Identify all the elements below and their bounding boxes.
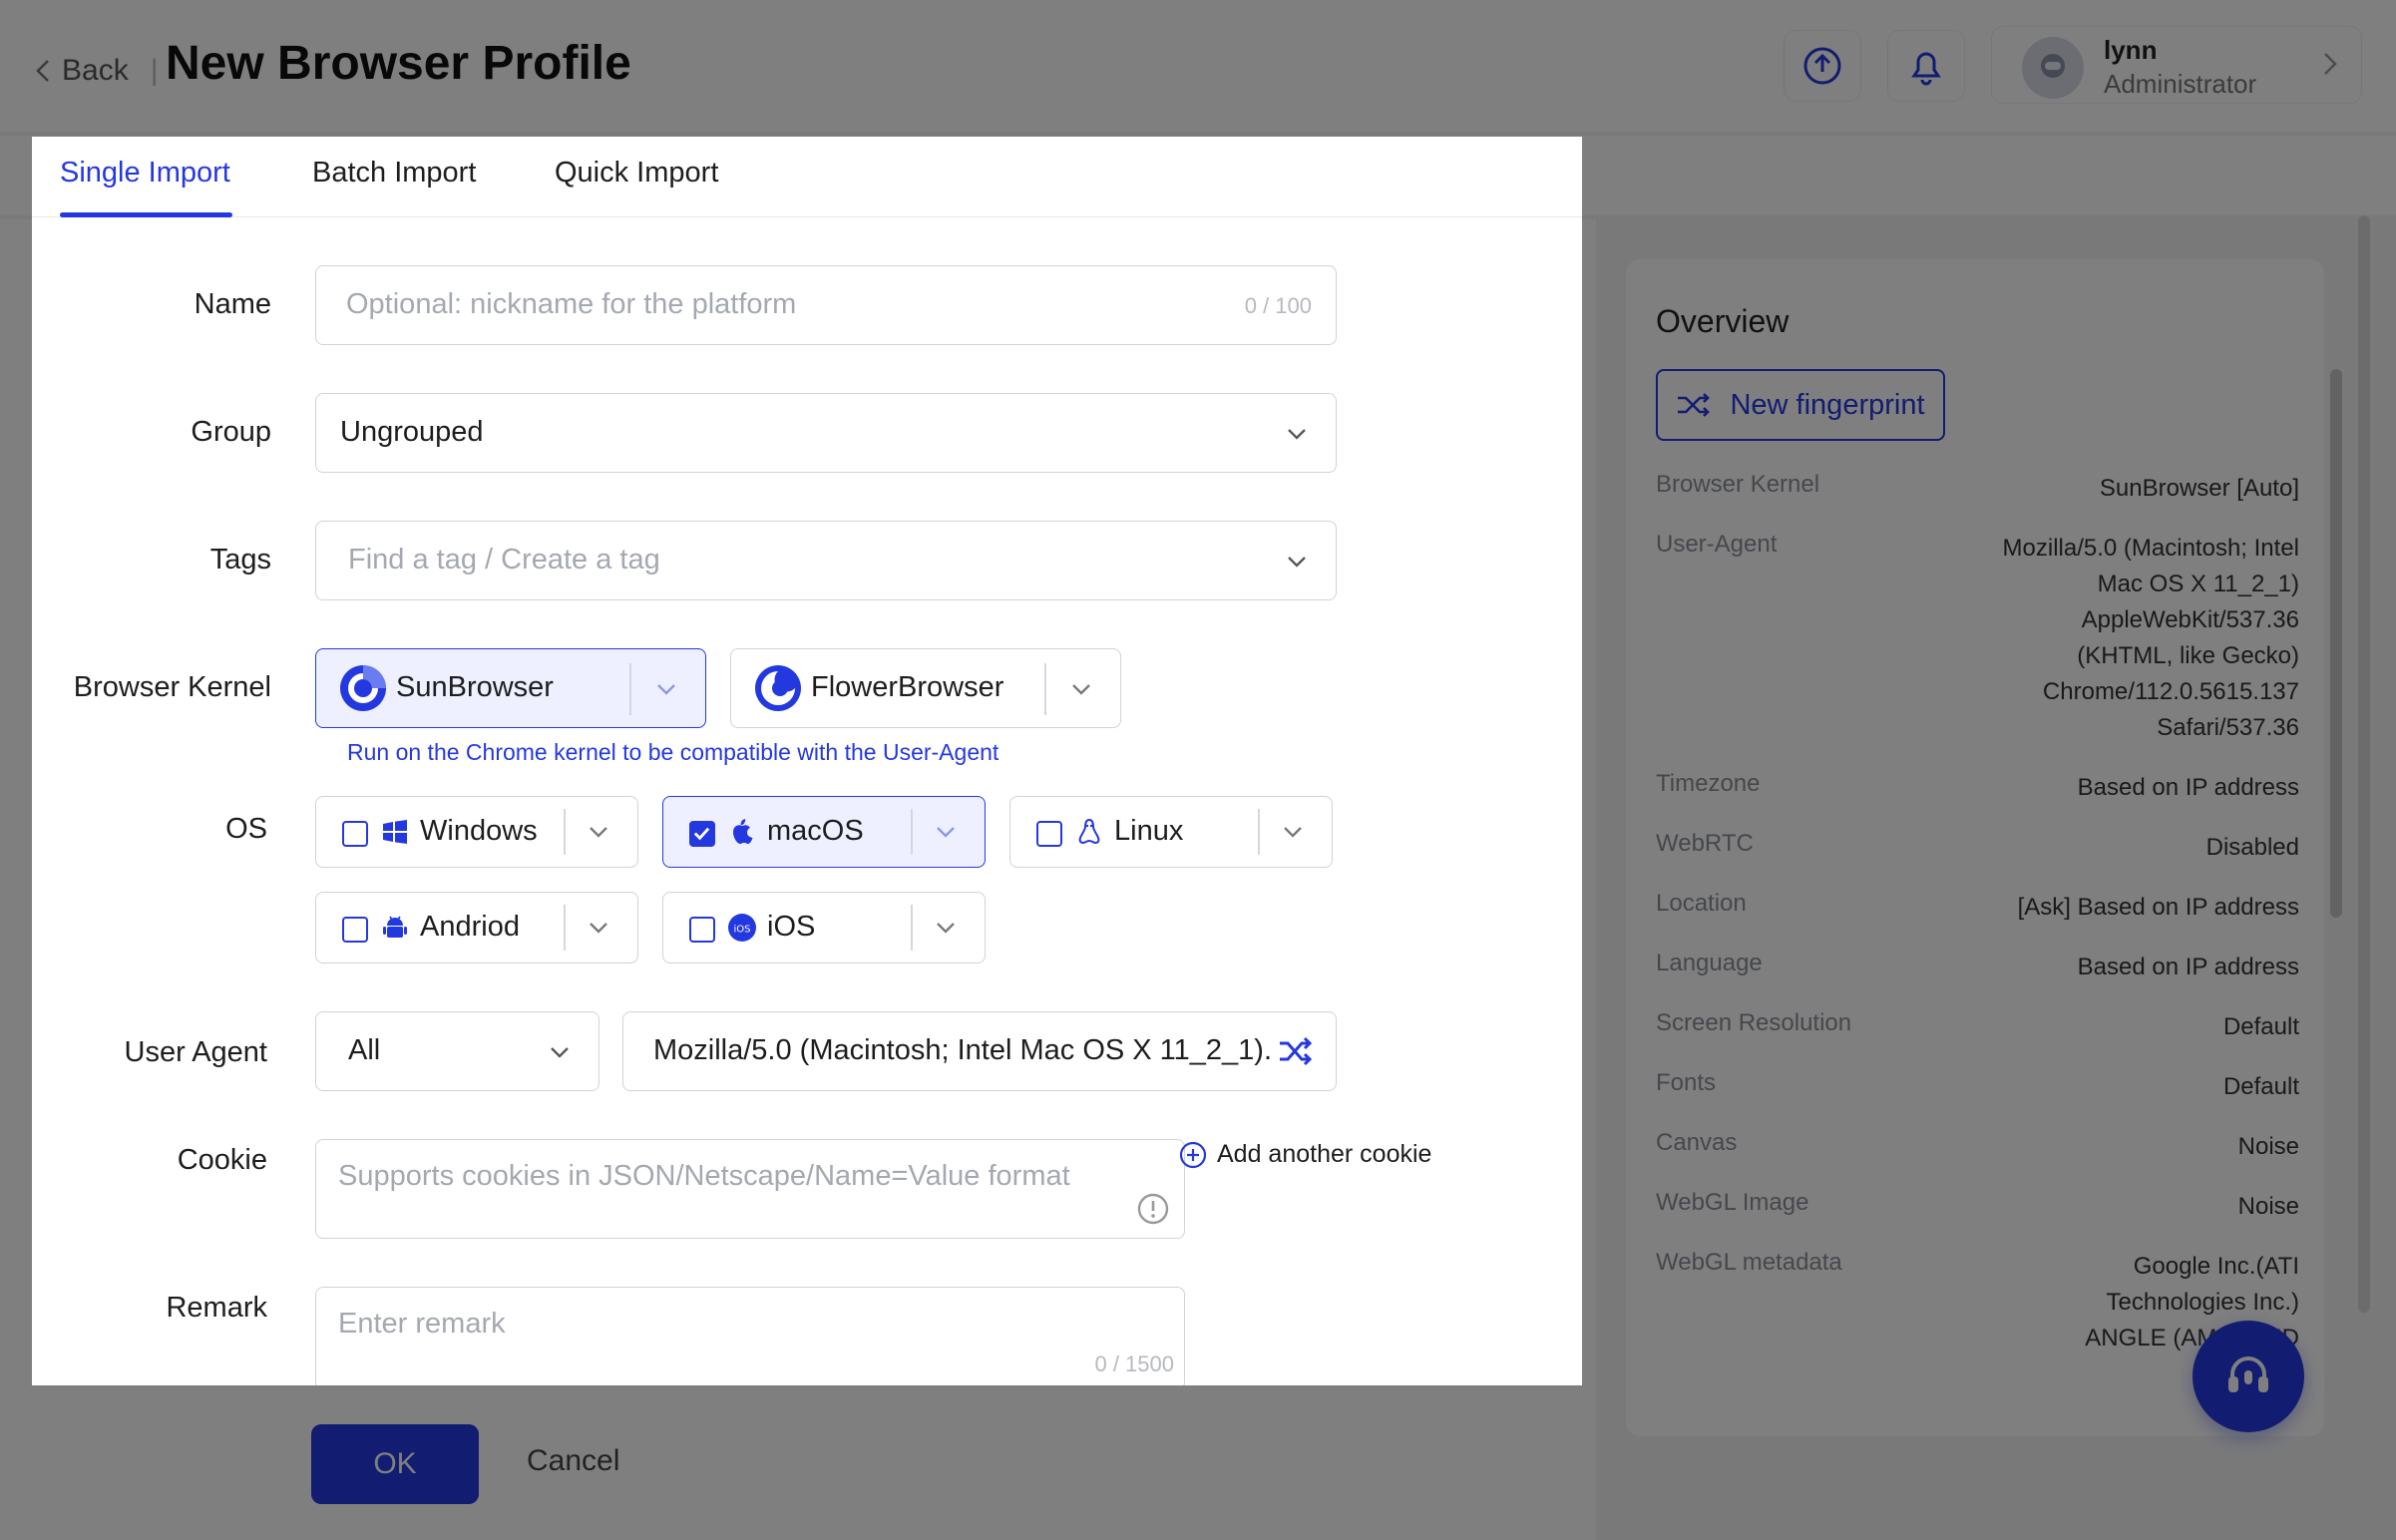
name-input[interactable]: Optional: nickname for the platform 0 / … xyxy=(315,265,1337,345)
linux-icon xyxy=(1078,818,1100,845)
remark-counter: 0 / 1500 xyxy=(1094,1351,1174,1376)
cookie-textarea[interactable]: Supports cookies in JSON/Netscape/Name=V… xyxy=(315,1139,1185,1239)
checkmark-icon xyxy=(693,827,710,841)
macos-checkbox[interactable] xyxy=(689,821,715,847)
tags-select[interactable]: Find a tag / Create a tag xyxy=(315,521,1337,600)
chevron-down-icon[interactable] xyxy=(655,678,677,700)
tags-placeholder: Find a tag / Create a tag xyxy=(348,544,660,576)
cookie-placeholder: Supports cookies in JSON/Netscape/Name=V… xyxy=(338,1160,1070,1192)
ios-icon: iOS xyxy=(728,914,756,942)
remark-textarea[interactable]: Enter remark 0 / 1500 xyxy=(315,1287,1185,1385)
name-placeholder: Optional: nickname for the platform xyxy=(346,288,797,320)
chevron-down-icon[interactable] xyxy=(588,917,609,939)
tags-label: Tags xyxy=(209,544,271,576)
chevron-down-icon[interactable] xyxy=(1070,678,1092,700)
chevron-down-icon[interactable] xyxy=(1282,821,1304,843)
divider xyxy=(911,809,913,855)
user-agent-label: User Agent xyxy=(124,1036,267,1068)
user-agent-filter-value: All xyxy=(348,1034,381,1066)
svg-text:iOS: iOS xyxy=(734,925,751,936)
divider xyxy=(1044,663,1046,715)
os-name: Linux xyxy=(1114,815,1184,847)
os-option-linux[interactable]: Linux xyxy=(1009,796,1333,868)
kernel-option-flowerbrowser[interactable]: FlowerBrowser xyxy=(730,648,1121,728)
tab-quick-import[interactable]: Quick Import xyxy=(555,157,718,190)
os-option-android[interactable]: Andriod xyxy=(315,892,638,963)
android-checkbox[interactable] xyxy=(342,917,368,943)
group-label: Group xyxy=(191,416,271,448)
divider xyxy=(564,809,566,855)
kernel-hint: Run on the Chrome kernel to be compatibl… xyxy=(347,739,999,765)
add-cookie-button[interactable]: Add another cookie xyxy=(1179,1140,1431,1169)
os-label: OS xyxy=(225,813,267,845)
sunbrowser-logo-icon xyxy=(340,665,386,711)
os-name: Windows xyxy=(420,815,538,847)
import-tabs: Single Import Batch Import Quick Import xyxy=(32,137,1582,217)
plus-circle-icon xyxy=(1179,1141,1207,1168)
import-modal: Single Import Batch Import Quick Import … xyxy=(32,137,1582,1385)
cookie-label: Cookie xyxy=(177,1144,267,1176)
os-option-macos[interactable]: macOS xyxy=(662,796,986,868)
chevron-down-icon[interactable] xyxy=(935,821,957,843)
tab-batch-import[interactable]: Batch Import xyxy=(312,157,476,190)
divider xyxy=(1258,809,1260,855)
kernel-name: SunBrowser xyxy=(396,671,554,703)
windows-icon xyxy=(383,820,407,844)
os-name: iOS xyxy=(767,911,816,943)
divider xyxy=(564,905,566,951)
divider xyxy=(629,663,631,715)
android-icon xyxy=(383,916,407,938)
group-select[interactable]: Ungrouped xyxy=(315,393,1337,473)
browser-kernel-label: Browser Kernel xyxy=(73,671,271,703)
user-agent-input[interactable]: Mozilla/5.0 (Macintosh; Intel Mac OS X 1… xyxy=(622,1011,1337,1091)
ios-checkbox[interactable] xyxy=(689,917,715,943)
os-name: macOS xyxy=(767,815,864,847)
name-label: Name xyxy=(194,288,271,320)
os-option-windows[interactable]: Windows xyxy=(315,796,638,868)
tab-single-import[interactable]: Single Import xyxy=(60,157,230,190)
linux-checkbox[interactable] xyxy=(1036,821,1062,847)
user-agent-filter-select[interactable]: All xyxy=(315,1011,599,1091)
os-option-ios[interactable]: iOS iOS xyxy=(662,892,986,963)
add-cookie-label: Add another cookie xyxy=(1217,1140,1432,1168)
group-value: Ungrouped xyxy=(340,416,484,448)
info-icon xyxy=(1137,1193,1169,1225)
chevron-down-icon xyxy=(1288,429,1306,440)
name-counter: 0 / 100 xyxy=(1244,293,1312,318)
remark-label: Remark xyxy=(166,1292,267,1324)
kernel-name: FlowerBrowser xyxy=(811,671,1004,703)
windows-checkbox[interactable] xyxy=(342,821,368,847)
shuffle-icon[interactable] xyxy=(1278,1034,1314,1068)
user-agent-value: Mozilla/5.0 (Macintosh; Intel Mac OS X 1… xyxy=(653,1034,1272,1066)
active-tab-indicator xyxy=(60,212,232,217)
apple-icon xyxy=(733,819,753,844)
chevron-down-icon xyxy=(551,1047,569,1058)
kernel-option-sunbrowser[interactable]: SunBrowser xyxy=(315,648,706,728)
flowerbrowser-logo-icon xyxy=(755,665,801,711)
divider xyxy=(911,905,913,951)
remark-placeholder: Enter remark xyxy=(338,1308,506,1340)
chevron-down-icon[interactable] xyxy=(935,917,957,939)
chevron-down-icon[interactable] xyxy=(588,821,609,843)
os-name: Andriod xyxy=(420,911,520,943)
chevron-down-icon xyxy=(1288,557,1306,568)
